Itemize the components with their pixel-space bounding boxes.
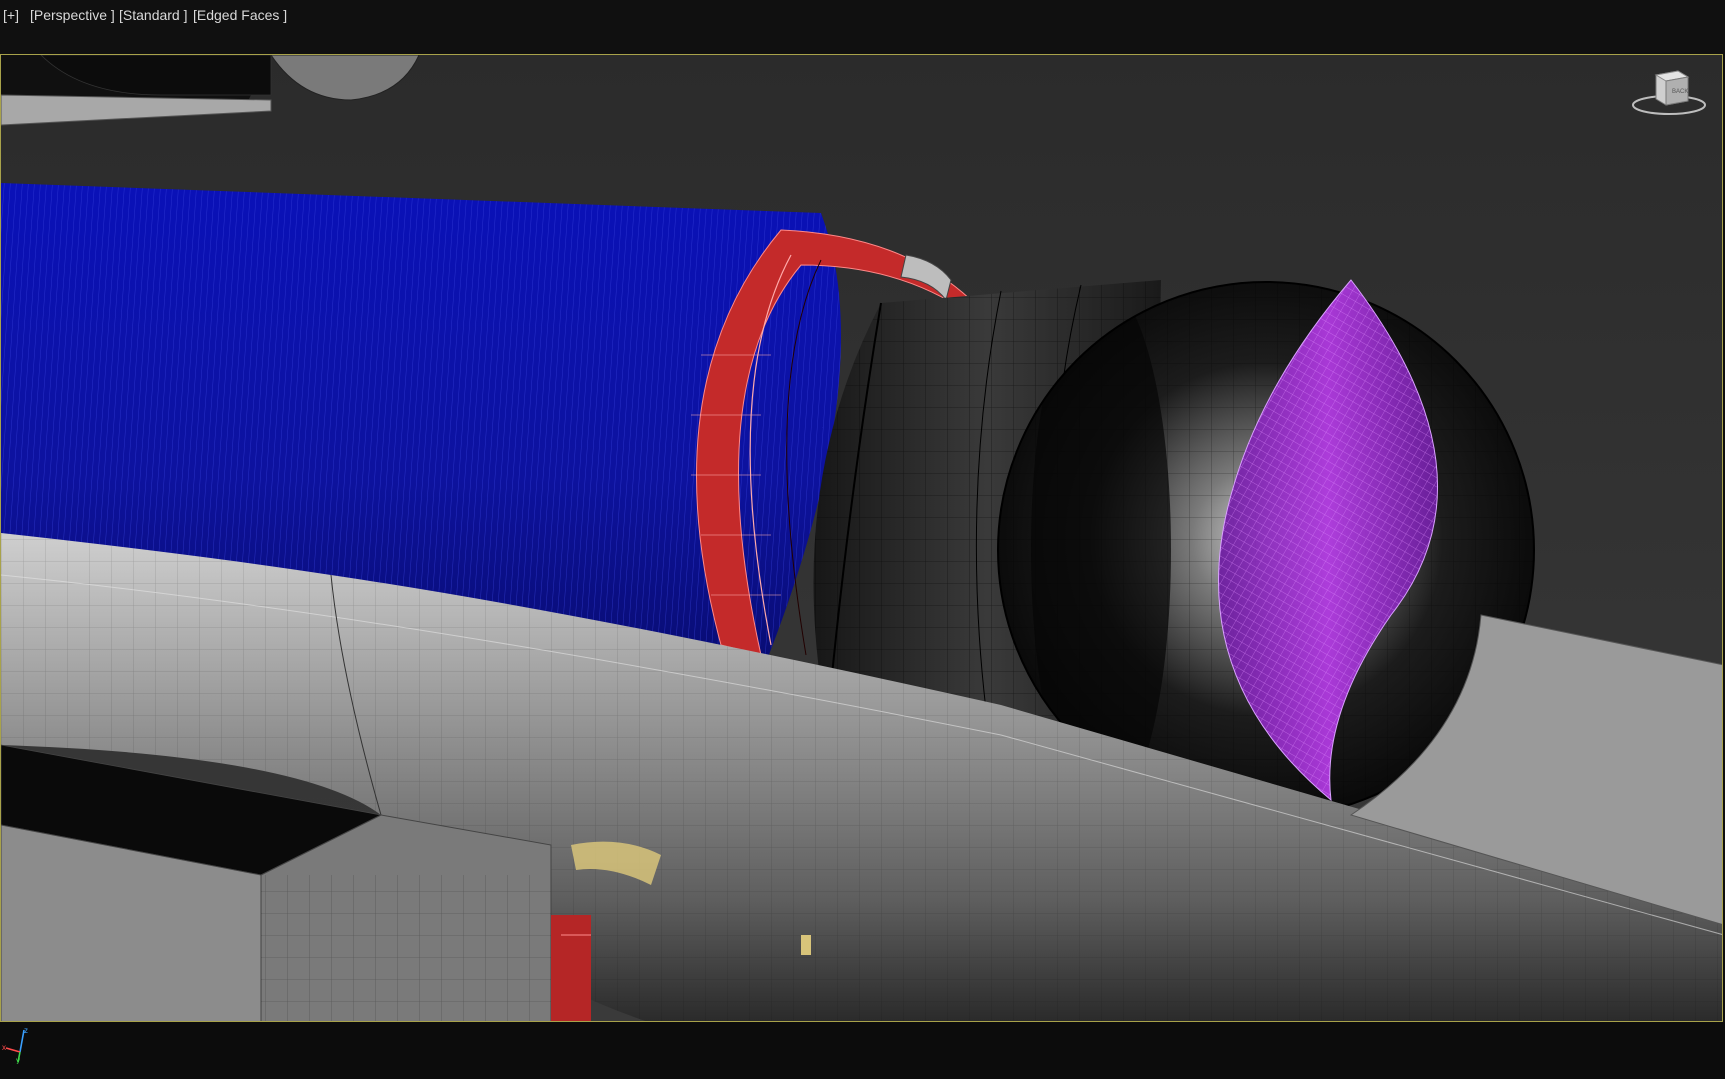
max-viewport-window: [+] [Perspective ] [Standard ] [Edged Fa… [0,0,1725,1079]
viewport-footer: z x y [0,1022,1725,1079]
viewport-shading-label[interactable]: [Standard ] [119,5,188,25]
axis-y-label: y [16,1056,20,1064]
scene-render[interactable] [1,55,1723,1022]
viewcube-face-label: BACK [1672,89,1688,95]
viewport-view-label[interactable]: [Perspective ] [30,5,115,25]
viewcube-icon[interactable]: BACK [1630,67,1708,121]
viewport-header: [+] [Perspective ] [Standard ] [Edged Fa… [0,0,1725,54]
perspective-viewport[interactable]: BACK [0,54,1723,1022]
axis-x-label: x [2,1043,6,1052]
viewport-edges-label[interactable]: [Edged Faces ] [193,5,287,25]
viewport-menu-label[interactable]: [+] [3,5,19,25]
axis-z-label: z [24,1026,28,1035]
axis-tripod-icon: z x y [2,1024,32,1065]
